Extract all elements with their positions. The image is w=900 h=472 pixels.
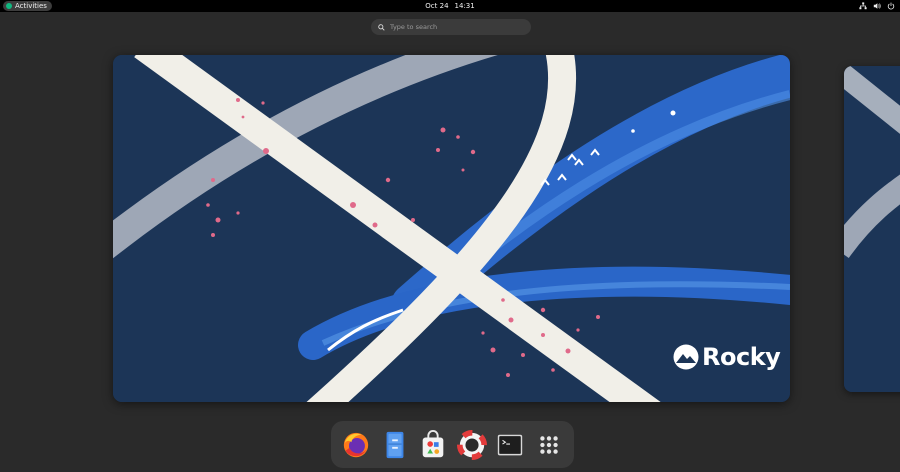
workspace-thumbnail-next[interactable] <box>844 66 900 392</box>
dash-app-firefox[interactable] <box>340 429 372 461</box>
wallpaper-next <box>844 66 900 392</box>
firefox-icon <box>344 432 369 457</box>
dash-app-software[interactable] <box>417 429 449 461</box>
volume-icon[interactable] <box>873 2 881 10</box>
dash-app-terminal[interactable] <box>494 429 526 461</box>
power-icon[interactable] <box>887 2 895 10</box>
network-icon[interactable] <box>859 2 867 10</box>
clock: Oct 24 14:31 <box>0 0 900 12</box>
top-bar: Activities Oct 24 14:31 <box>0 0 900 12</box>
terminal-icon <box>498 434 523 455</box>
app-grid-icon <box>540 435 558 454</box>
activities-label: Activities <box>15 2 47 10</box>
clock-time[interactable]: 14:31 <box>455 2 475 10</box>
workspace-thumbnail[interactable]: Rocky <box>113 55 790 402</box>
activities-button[interactable]: Activities <box>3 1 52 11</box>
system-tray[interactable] <box>859 1 895 11</box>
clock-date[interactable]: Oct 24 <box>425 2 448 10</box>
search-input[interactable] <box>390 23 520 31</box>
rocky-wallpaper-logo: Rocky <box>673 343 781 371</box>
dash-app-files[interactable] <box>379 429 411 461</box>
rocky-logo-icon <box>6 3 12 9</box>
rocky-wordmark: Rocky <box>702 343 781 371</box>
files-icon <box>386 431 404 458</box>
rocky-mountain-icon <box>673 344 699 370</box>
software-icon <box>422 429 444 457</box>
search-bar[interactable] <box>371 19 531 35</box>
dash <box>331 421 574 468</box>
help-icon <box>456 429 487 460</box>
search-icon <box>378 23 385 31</box>
dash-app-help[interactable] <box>456 429 488 461</box>
show-applications-button[interactable] <box>533 429 565 461</box>
